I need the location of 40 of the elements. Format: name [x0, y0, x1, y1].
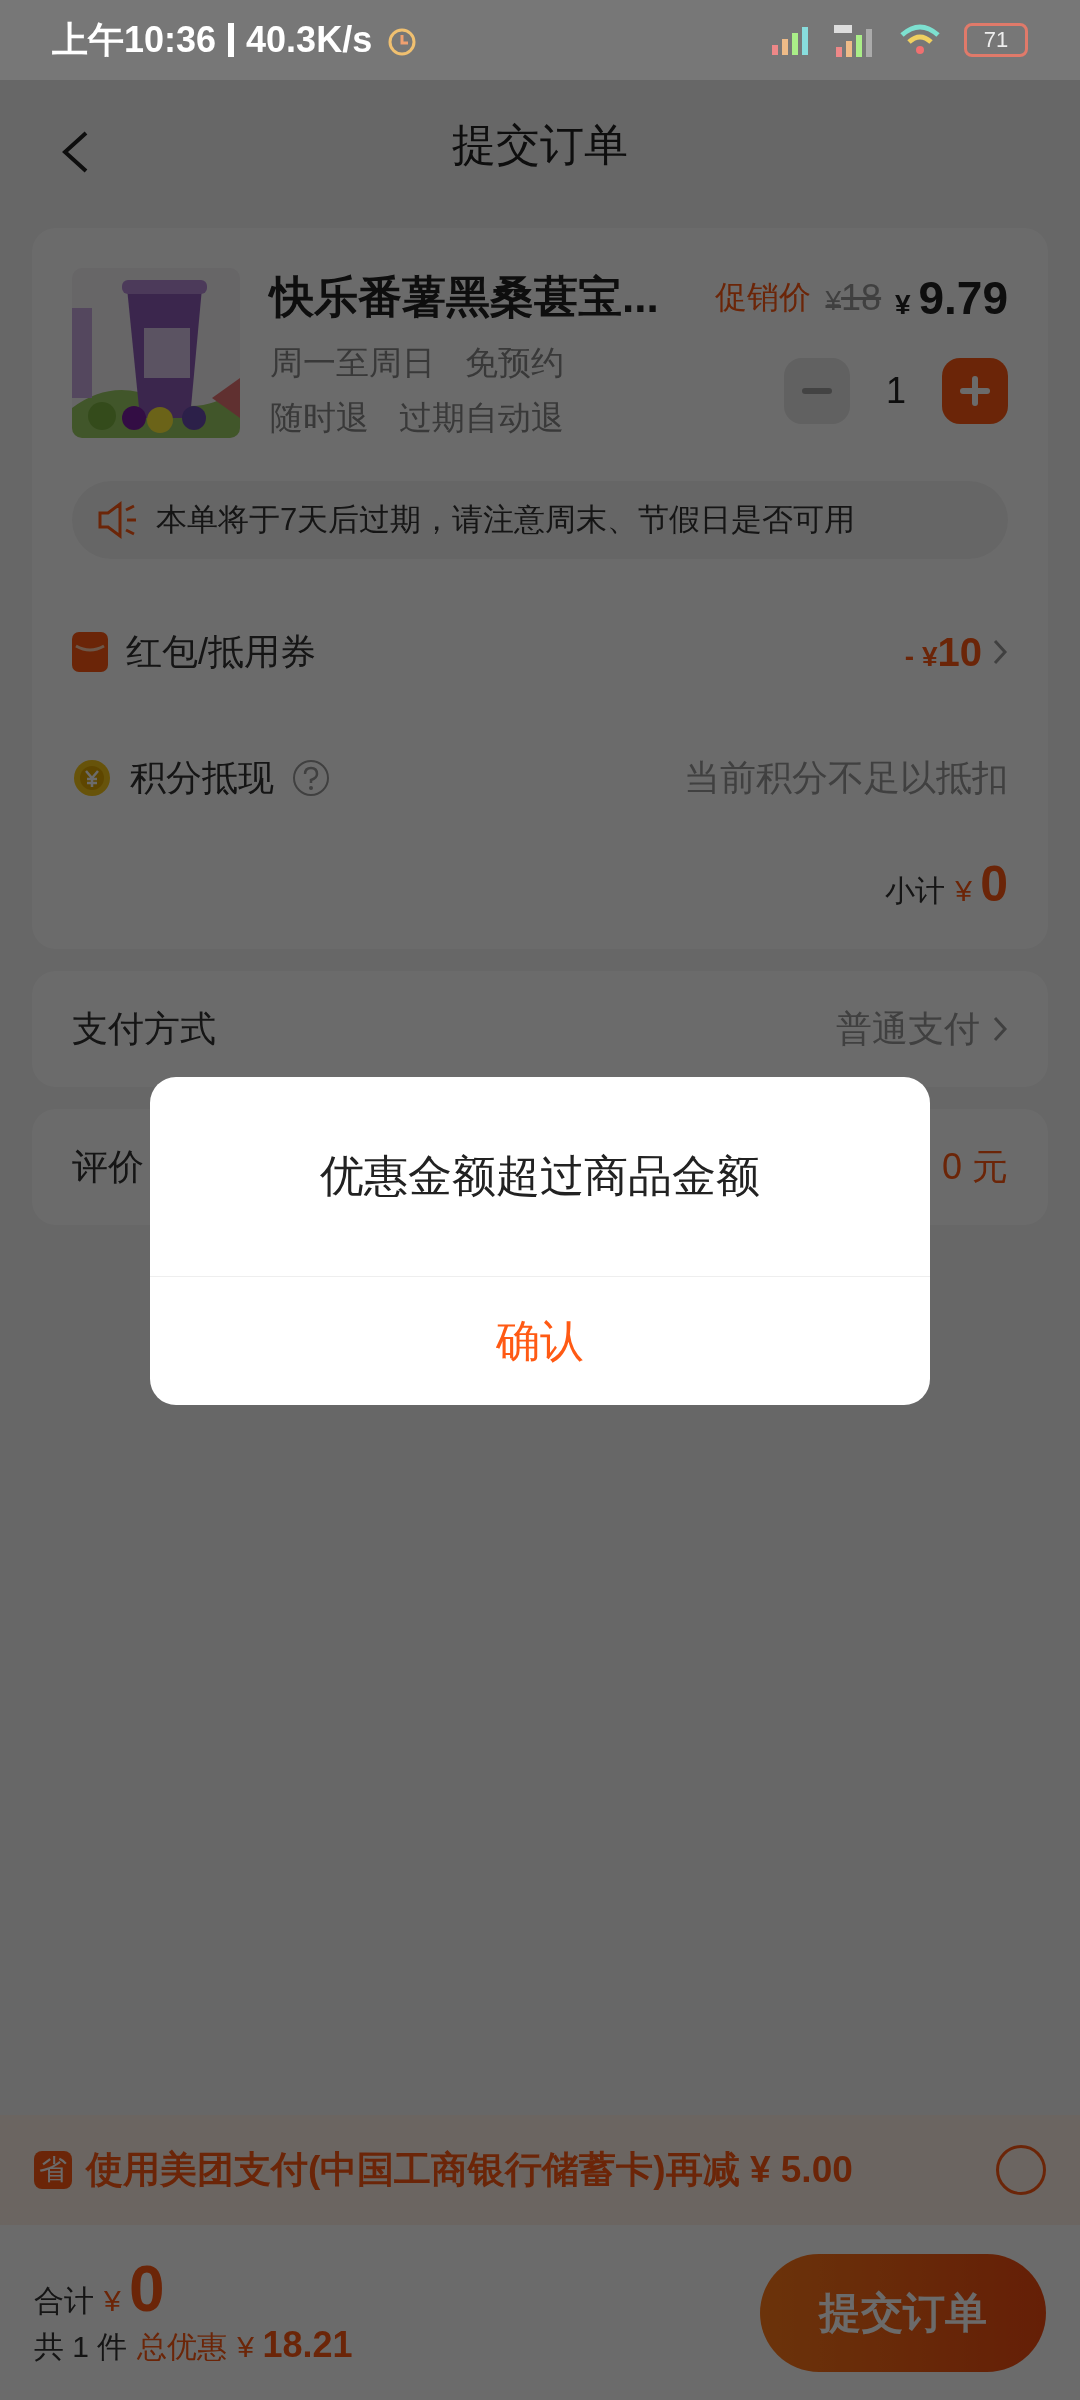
subtotal-label: 小计: [885, 873, 946, 909]
quantity-value: 1: [885, 370, 906, 412]
submit-order-button[interactable]: 提交订单: [760, 2253, 1046, 2372]
help-icon[interactable]: [292, 759, 330, 797]
wifi-icon: [898, 23, 942, 57]
envelope-icon: [72, 632, 108, 672]
clock-time: 上午10:36: [52, 17, 217, 62]
review-reward: 0 元: [941, 1144, 1008, 1189]
dialog-message: 优惠金额超过商品金额: [319, 1150, 761, 1202]
notice-text: 本单将于7天后过期，请注意周末、节假日是否可用: [156, 501, 856, 539]
battery-level: 71: [964, 23, 1028, 57]
back-icon[interactable]: [60, 130, 90, 174]
confirm-button[interactable]: 确认: [150, 1277, 930, 1405]
subtotal-amount: ¥ 0: [955, 855, 1008, 913]
total-label: 合计: [34, 2283, 94, 2319]
promo-text: 使用美团支付(中国工商银行储蓄卡)再减 ¥ 5.00: [86, 2148, 853, 2192]
discount-label: 总优惠: [137, 2329, 228, 2365]
discount-label: 积分抵现: [130, 755, 274, 800]
promo-label: 促销价: [715, 277, 812, 317]
minus-icon: [801, 388, 832, 394]
savings-badge: 省: [34, 2151, 72, 2189]
total-amount: ¥0: [104, 2257, 165, 2321]
chevron-right-icon: [992, 1015, 1008, 1043]
plus-icon: [960, 376, 990, 406]
payment-label: 支付方式: [72, 1006, 216, 1051]
increment-button[interactable]: [942, 358, 1008, 424]
discount-label: 红包/抵用券: [126, 629, 316, 674]
coupon-amount: - ¥10: [904, 629, 982, 675]
item-count: 共 1 件: [34, 2329, 128, 2365]
network-speed: 40.3K/s: [246, 19, 373, 61]
page-title: 提交订单: [452, 118, 628, 171]
product-name: 快乐番薯黑桑葚宝...: [270, 271, 659, 323]
product-price: ¥ 9.79: [895, 270, 1008, 325]
review-label: 评价: [72, 1144, 144, 1189]
signal-icon: [770, 25, 810, 55]
chevron-right-icon: [992, 638, 1008, 666]
coin-icon: [72, 758, 112, 798]
speaker-icon: [96, 500, 138, 540]
radio-button[interactable]: [996, 2145, 1046, 2195]
discount-total: ¥ 18.21: [237, 2324, 353, 2366]
